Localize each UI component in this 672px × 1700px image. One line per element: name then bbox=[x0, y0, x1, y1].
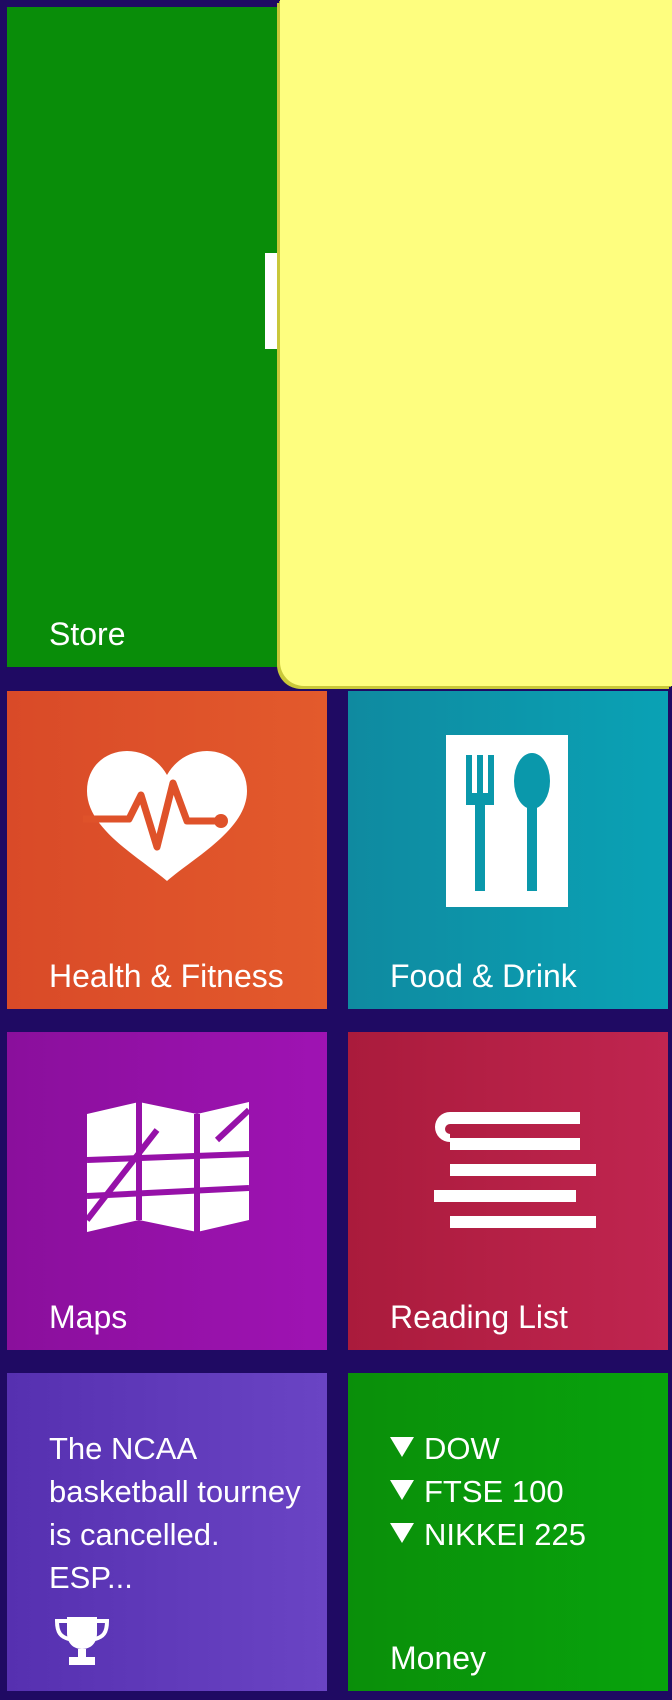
news-headline: The NCAA basketball tourney is cancelled… bbox=[49, 1431, 301, 1595]
index-name: NIKKEI 225 bbox=[424, 1517, 586, 1552]
reading-list-icon bbox=[434, 1112, 596, 1228]
store-tile[interactable]: Store bbox=[7, 7, 327, 667]
market-indices: DOW FTSE 100 NIKKEI 225 bbox=[390, 1427, 586, 1556]
health-fitness-tile[interactable]: Health & Fitness bbox=[7, 691, 327, 1009]
health-fitness-label: Health & Fitness bbox=[49, 958, 284, 994]
index-name: DOW bbox=[424, 1431, 500, 1466]
heart-pulse-icon bbox=[83, 751, 247, 881]
store-label: Store bbox=[49, 616, 126, 652]
map-icon bbox=[87, 1102, 249, 1232]
reading-list-label: Reading List bbox=[390, 1299, 568, 1335]
store-bag-icon bbox=[265, 253, 279, 349]
index-row: NIKKEI 225 bbox=[390, 1513, 586, 1556]
trophy-icon bbox=[54, 1617, 110, 1665]
money-label: Money bbox=[390, 1640, 487, 1676]
sticky-note[interactable] bbox=[280, 0, 672, 686]
down-arrow-icon bbox=[390, 1523, 414, 1543]
index-name: FTSE 100 bbox=[424, 1474, 564, 1509]
food-drink-label: Food & Drink bbox=[390, 958, 577, 994]
food-drink-tile[interactable]: Food & Drink bbox=[348, 691, 668, 1009]
index-row: FTSE 100 bbox=[390, 1470, 586, 1513]
money-tile[interactable]: DOW FTSE 100 NIKKEI 225 Money bbox=[348, 1373, 668, 1691]
fork-spoon-icon bbox=[446, 735, 568, 907]
down-arrow-icon bbox=[390, 1437, 414, 1457]
maps-label: Maps bbox=[49, 1299, 128, 1335]
maps-tile[interactable]: Maps bbox=[7, 1032, 327, 1350]
reading-list-tile[interactable]: Reading List bbox=[348, 1032, 668, 1350]
index-row: DOW bbox=[390, 1427, 586, 1470]
down-arrow-icon bbox=[390, 1480, 414, 1500]
news-tile[interactable]: The NCAA basketball tourney is cancelled… bbox=[7, 1373, 327, 1691]
